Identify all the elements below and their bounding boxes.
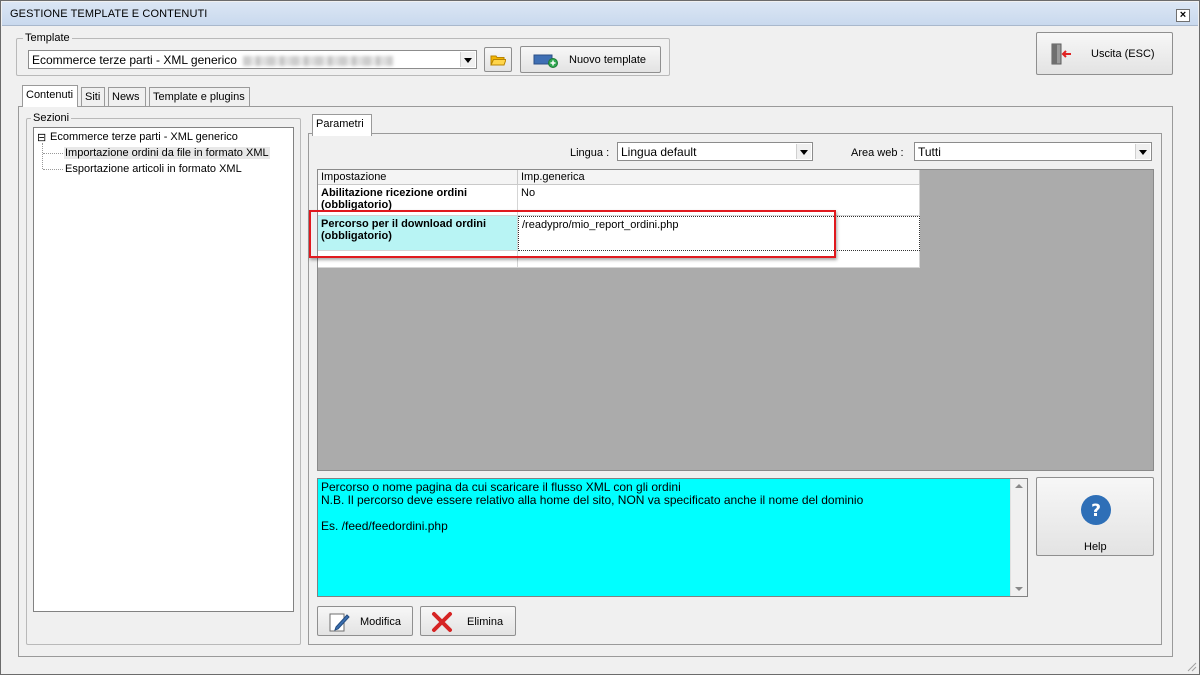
- help-button[interactable]: ? Help: [1036, 477, 1154, 556]
- window-title: GESTIONE TEMPLATE E CONTENUTI: [10, 8, 208, 20]
- template-select[interactable]: Ecommerce terze parti - XML generico: [28, 50, 477, 69]
- column-header-setting[interactable]: Impostazione: [318, 170, 518, 185]
- tab-label: News: [112, 91, 140, 103]
- delete-label: Elimina: [467, 616, 504, 628]
- tab-label: Siti: [85, 91, 101, 103]
- description-line-3: Es. /feed/feedordini.php: [321, 519, 448, 533]
- tree-line: [42, 143, 43, 169]
- folder-icon: [490, 55, 506, 66]
- area-web-select[interactable]: Tutti: [914, 142, 1152, 161]
- tree-line: [43, 169, 63, 170]
- template-group-label: Template: [23, 32, 72, 44]
- new-template-button[interactable]: Nuovo template: [520, 46, 661, 73]
- template-select-value: Ecommerce terze parti - XML generico: [32, 53, 237, 67]
- highlight-box: [309, 210, 836, 258]
- sections-tree: ⊟ Ecommerce terze parti - XML generico I…: [33, 127, 294, 612]
- new-template-label: Nuovo template: [569, 54, 647, 66]
- tab-parametri[interactable]: Parametri: [312, 114, 372, 136]
- scroll-up-icon[interactable]: [1015, 484, 1023, 488]
- delete-x-icon: [432, 612, 452, 632]
- redacted-text: [242, 55, 393, 66]
- title-bar: GESTIONE TEMPLATE E CONTENUTI ×: [2, 2, 1198, 26]
- tree-item-import[interactable]: Importazione ordini da file in formato X…: [64, 147, 270, 159]
- lingua-select-value: Lingua default: [621, 145, 697, 159]
- edit-pencil-icon: [329, 613, 350, 632]
- sections-group-label: Sezioni: [31, 112, 72, 124]
- modify-button[interactable]: Modifica: [317, 606, 413, 636]
- tree-line: [43, 153, 63, 154]
- tab-label: Template e plugins: [153, 91, 245, 103]
- tab-template-plugins[interactable]: Template e plugins: [149, 87, 250, 107]
- tree-root-item[interactable]: Ecommerce terze parti - XML generico: [50, 131, 238, 143]
- lingua-label: Lingua :: [570, 147, 610, 159]
- exit-door-icon: [1051, 43, 1071, 65]
- help-label: Help: [1084, 541, 1107, 553]
- close-button[interactable]: ×: [1176, 9, 1190, 22]
- scroll-down-icon[interactable]: [1015, 587, 1023, 591]
- area-web-select-value: Tutti: [918, 145, 941, 159]
- modify-label: Modifica: [360, 616, 401, 628]
- tab-label: Parametri: [316, 118, 364, 130]
- chevron-down-icon[interactable]: [796, 144, 811, 159]
- resize-grip-icon[interactable]: [1185, 660, 1197, 672]
- tree-item-export[interactable]: Esportazione articoli in formato XML: [65, 163, 242, 175]
- tab-siti[interactable]: Siti: [81, 87, 105, 107]
- tab-news[interactable]: News: [108, 87, 146, 107]
- description-line-2: N.B. Il percorso deve essere relativo al…: [321, 493, 864, 507]
- help-glyph: ?: [1091, 501, 1101, 521]
- tab-contenuti[interactable]: Contenuti: [22, 85, 78, 107]
- chevron-down-icon[interactable]: [460, 52, 475, 67]
- main-window: GESTIONE TEMPLATE E CONTENUTI × Template…: [0, 0, 1200, 675]
- area-web-label: Area web :: [851, 147, 904, 159]
- open-folder-button[interactable]: [484, 47, 512, 72]
- exit-label: Uscita (ESC): [1091, 48, 1155, 60]
- description-scrollbar[interactable]: [1010, 479, 1027, 596]
- exit-button[interactable]: Uscita (ESC): [1036, 32, 1173, 75]
- tab-label: Contenuti: [26, 89, 74, 101]
- lingua-select[interactable]: Lingua default: [617, 142, 813, 161]
- column-header-value[interactable]: Imp.generica: [518, 170, 920, 185]
- help-icon: ?: [1081, 495, 1111, 525]
- new-template-icon: [533, 54, 558, 68]
- description-textarea[interactable]: Percorso o nome pagina da cui scaricare …: [317, 478, 1028, 597]
- delete-button[interactable]: Elimina: [420, 606, 516, 636]
- chevron-down-icon[interactable]: [1135, 144, 1150, 159]
